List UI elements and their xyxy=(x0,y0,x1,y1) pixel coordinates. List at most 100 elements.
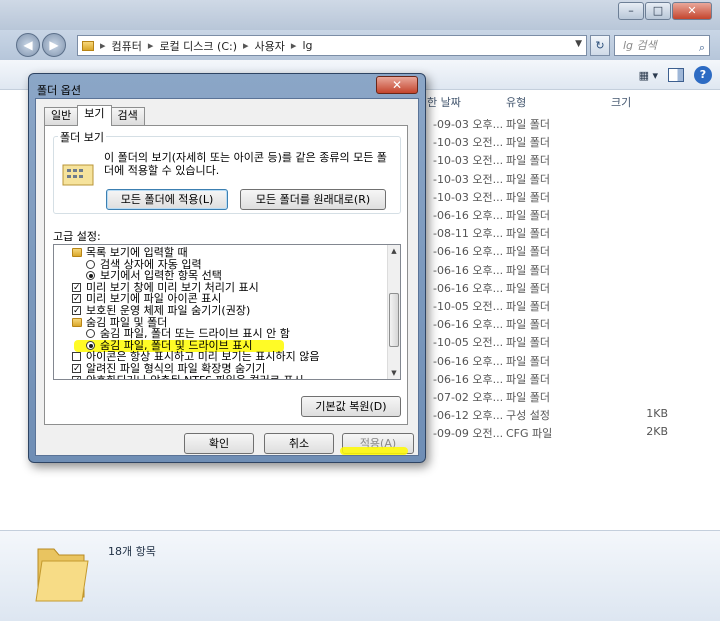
breadcrumb-item[interactable]: lg xyxy=(302,39,312,52)
file-date: -10-03 오전... xyxy=(433,136,504,150)
file-date: -06-16 오후... xyxy=(433,372,504,386)
column-header-date[interactable]: 한 날짜 xyxy=(427,94,461,110)
back-button[interactable]: ◀ xyxy=(16,33,40,57)
forward-button[interactable]: ▶ xyxy=(42,33,66,57)
file-type: 파일 폴더 xyxy=(506,372,550,386)
reset-folders-button[interactable]: 모든 폴더를 원래대로(R) xyxy=(240,189,386,210)
item-count: 18개 항목 xyxy=(108,545,156,558)
tab-view[interactable]: 보기 xyxy=(77,105,112,126)
chevron-down-icon[interactable]: ▼ xyxy=(575,39,582,49)
file-date: -10-05 오전... xyxy=(433,300,504,313)
address-bar[interactable]: ▸ 컴퓨터 ▸ 로컬 디스크 (C:) ▸ 사용자 ▸ lg ▼ xyxy=(77,35,587,56)
advanced-settings-list: 목록 보기에 입력할 때 검색 상자에 자동 입력 보기에서 입력한 항목 선택 ✓ 미… xyxy=(53,244,401,380)
checkbox[interactable]: ✓ xyxy=(72,306,81,316)
file-date: -06-16 오후... xyxy=(433,209,504,222)
tab-strip: 일반 보기 검색 xyxy=(44,105,145,126)
apply-to-folders-button[interactable]: 모든 폴더에 적용(L) xyxy=(106,189,228,210)
file-type: 파일 폴더 xyxy=(506,209,550,222)
file-date: -09-03 오후... xyxy=(433,118,504,131)
preview-pane-icon[interactable] xyxy=(668,68,684,82)
file-type: 파일 폴더 xyxy=(506,318,550,332)
maximize-button[interactable]: □ xyxy=(645,2,671,20)
folder-icon xyxy=(35,548,89,602)
help-icon[interactable]: ? xyxy=(694,66,712,84)
file-type: 파일 폴더 xyxy=(506,300,550,313)
folder-views-group: 폴더 보기 이 폴더의 보기(자세히 또는 아이콘 등)를 같은 종류의 모든 … xyxy=(53,129,401,214)
file-date: -06-16 오후... xyxy=(433,263,504,277)
file-type: 파일 폴더 xyxy=(506,263,550,277)
radio-button[interactable] xyxy=(86,259,95,269)
dialog-body: 일반 보기 검색 폴더 보기 이 폴더의 보기(자세히 또는 아이콘 등)를 같… xyxy=(35,98,419,456)
folder-icon xyxy=(82,40,94,51)
file-type: 파일 폴더 xyxy=(506,354,550,368)
folder-icon xyxy=(72,248,82,257)
file-date: -10-03 오전... xyxy=(433,154,504,168)
search-placeholder: lg 검색 xyxy=(623,39,657,52)
window-caption-buttons: – □ ✕ xyxy=(617,2,712,20)
checkbox[interactable]: ✓ xyxy=(72,364,81,374)
folder-icon xyxy=(72,317,82,327)
search-icon[interactable]: ⌕ xyxy=(699,38,705,57)
column-header-type[interactable]: 유형 xyxy=(506,94,526,110)
cancel-button[interactable]: 취소 xyxy=(264,433,334,454)
details-pane: 18개 항목 xyxy=(0,530,720,621)
group-description: 이 폴더의 보기(자세히 또는 아이콘 등)를 같은 종류의 모든 폴더에 적용… xyxy=(104,151,387,177)
dialog-close-button[interactable]: ✕ xyxy=(376,76,418,94)
file-type: 파일 폴더 xyxy=(506,281,550,295)
file-type: 파일 폴더 xyxy=(506,227,550,241)
scroll-up-icon[interactable]: ▲ xyxy=(388,245,400,257)
settings-scrollbar[interactable]: ▲ ▼ xyxy=(387,245,400,379)
column-header-size[interactable]: 크기 xyxy=(611,94,631,110)
checkbox[interactable]: ✓ xyxy=(72,282,81,292)
file-date: -06-16 오후... xyxy=(433,245,504,259)
file-type: 파일 폴더 xyxy=(506,245,550,259)
file-date: -06-16 오후... xyxy=(433,354,504,368)
close-button[interactable]: ✕ xyxy=(672,2,712,20)
file-date: -08-11 오후... xyxy=(433,227,504,241)
views-icon[interactable]: ▦ ▾ xyxy=(639,69,658,82)
breadcrumb-item[interactable]: 사용자 xyxy=(255,38,285,54)
checkbox[interactable] xyxy=(72,352,81,362)
file-type: 파일 폴더 xyxy=(506,391,550,404)
restore-defaults-button[interactable]: 기본값 복원(D) xyxy=(301,396,401,417)
file-size: 1KB xyxy=(646,407,668,421)
file-date: -06-12 오후... xyxy=(433,409,504,423)
minimize-button[interactable]: – xyxy=(618,2,644,20)
file-type: 구성 설정 xyxy=(506,409,550,423)
settings-option[interactable]: ✓ 암호화되거나 압축된 NTFS 파일을 컬러로 표시 xyxy=(54,374,394,379)
radio-button[interactable] xyxy=(86,340,95,350)
scroll-down-icon[interactable]: ▼ xyxy=(388,367,400,379)
breadcrumb-separator: ▸ xyxy=(147,39,154,52)
radio-button[interactable] xyxy=(86,329,95,339)
checkbox[interactable]: ✓ xyxy=(72,294,81,304)
file-date: -09-09 오전... xyxy=(433,427,504,441)
breadcrumb-separator: ▸ xyxy=(290,39,297,52)
refresh-button[interactable]: ↻ xyxy=(590,35,610,56)
file-size: 2KB xyxy=(646,425,668,439)
file-type: 파일 폴더 xyxy=(506,136,550,150)
file-type: 파일 폴더 xyxy=(506,172,550,186)
file-date: -10-03 오전... xyxy=(433,172,504,186)
file-type: 파일 폴더 xyxy=(506,154,550,168)
checkbox[interactable]: ✓ xyxy=(72,375,81,379)
view-tab-panel: 폴더 보기 이 폴더의 보기(자세히 또는 아이콘 등)를 같은 종류의 모든 … xyxy=(44,125,408,425)
scroll-thumb[interactable] xyxy=(389,293,399,347)
highlight-mark xyxy=(340,447,408,455)
search-input[interactable]: lg 검색 ⌕ xyxy=(614,35,710,56)
file-type: 파일 폴더 xyxy=(506,190,550,204)
file-type: 파일 폴더 xyxy=(506,118,550,131)
file-date: -10-03 오전... xyxy=(433,190,504,204)
radio-button[interactable] xyxy=(86,271,95,281)
folder-options-dialog: 폴더 옵션 ✕ 일반 보기 검색 폴더 보기 이 폴더의 보기(자세히 또는 아… xyxy=(28,73,426,463)
ok-button[interactable]: 확인 xyxy=(184,433,254,454)
toolbar-right: ▦ ▾ ? xyxy=(639,66,712,84)
file-date: -06-16 오후... xyxy=(433,281,504,295)
tab-search[interactable]: 검색 xyxy=(110,107,145,125)
file-date: -10-05 오전... xyxy=(433,336,504,350)
breadcrumb-item[interactable]: 컴퓨터 xyxy=(112,38,142,54)
file-type: CFG 파일 xyxy=(506,427,553,441)
explorer-titlebar: – □ ✕ xyxy=(0,0,720,30)
breadcrumb-item[interactable]: 로컬 디스크 (C:) xyxy=(159,38,237,54)
tab-general[interactable]: 일반 xyxy=(44,107,79,125)
dialog-title: 폴더 옵션 xyxy=(37,84,81,97)
